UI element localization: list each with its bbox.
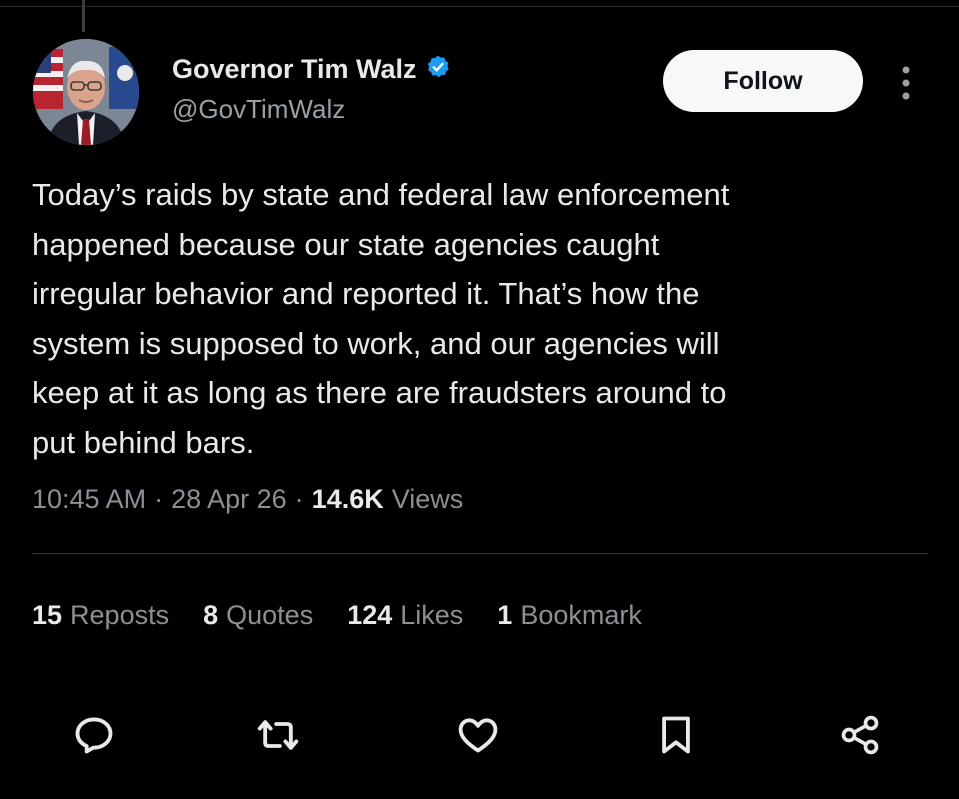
share-icon[interactable] [838,713,882,757]
tweet-time[interactable]: 10:45 AM [32,484,146,515]
stat-count: 1 [497,600,513,630]
top-divider [0,6,959,7]
stat-likes[interactable]: 124 Likes [347,600,463,631]
thread-line [82,0,85,32]
stat-count: 8 [203,600,219,630]
reply-icon[interactable] [72,713,116,757]
action-bar [0,713,959,763]
avatar[interactable] [33,39,139,145]
views-label: Views [391,484,464,514]
divider [32,553,928,554]
repost-icon[interactable] [256,713,300,757]
like-icon[interactable] [456,713,500,757]
bookmark-icon[interactable] [654,713,698,757]
stat-label: Reposts [70,600,170,630]
separator-dot: · [294,484,304,514]
stat-reposts[interactable]: 15 Reposts [32,600,169,631]
stat-bookmarks[interactable]: 1 Bookmark [497,600,642,631]
separator-dot: · [154,484,164,514]
tweet-text: Today’s raids by state and federal law e… [32,177,730,460]
tweet-meta: 10:45 AM · 28 Apr 26 · 14.6K Views [32,484,463,515]
more-options-icon[interactable] [896,64,916,102]
engagement-stats: 15 Reposts 8 Quotes 124 Likes 1 Bookmark [32,600,676,631]
stat-label: Quotes [226,600,314,630]
stat-count: 15 [32,600,63,630]
tweet-date[interactable]: 28 Apr 26 [171,484,287,515]
author-row: Governor Tim Walz [172,54,451,85]
views-count: 14.6K [311,484,384,514]
stat-quotes[interactable]: 8 Quotes [203,600,313,631]
verified-badge-icon [425,54,451,85]
author-handle[interactable]: @GovTimWalz [172,94,345,125]
stat-label: Likes [400,600,464,630]
stat-label: Bookmark [520,600,642,630]
stat-count: 124 [347,600,393,630]
author-name[interactable]: Governor Tim Walz [172,54,417,85]
follow-button[interactable]: Follow [663,50,863,112]
